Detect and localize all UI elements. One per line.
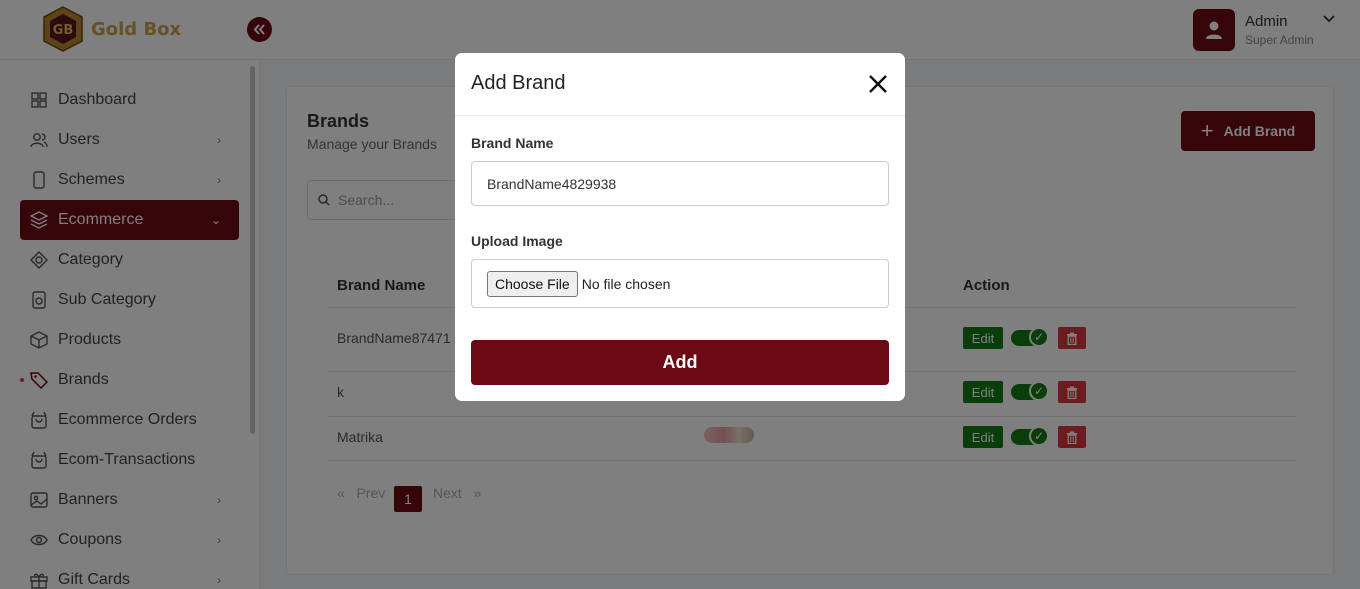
brand-name-input[interactable]: BrandName4829938 [471, 161, 889, 206]
modal-header: Add Brand [455, 53, 905, 116]
file-input[interactable]: Choose File No file chosen [471, 259, 889, 308]
upload-image-label: Upload Image [471, 233, 563, 249]
file-status: No file chosen [581, 275, 671, 292]
modal-title: Add Brand [471, 72, 566, 94]
close-icon[interactable] [867, 73, 889, 95]
brand-name-label: Brand Name [471, 135, 554, 151]
add-submit-button[interactable]: Add [471, 340, 889, 385]
choose-file-button[interactable]: Choose File [487, 270, 578, 297]
add-brand-modal: Add Brand Brand Name BrandName4829938 Up… [455, 53, 905, 401]
